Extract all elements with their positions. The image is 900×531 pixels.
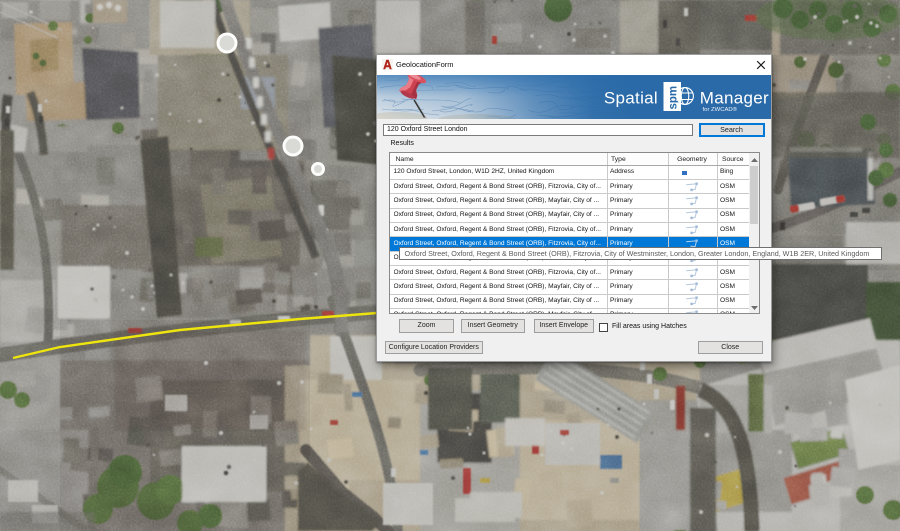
svg-text:Spatial: Spatial — [604, 88, 658, 107]
svg-text:Manager: Manager — [700, 88, 769, 107]
svg-text:spm: spm — [668, 85, 680, 109]
svg-text:for ZWCAD®: for ZWCAD® — [703, 105, 738, 112]
